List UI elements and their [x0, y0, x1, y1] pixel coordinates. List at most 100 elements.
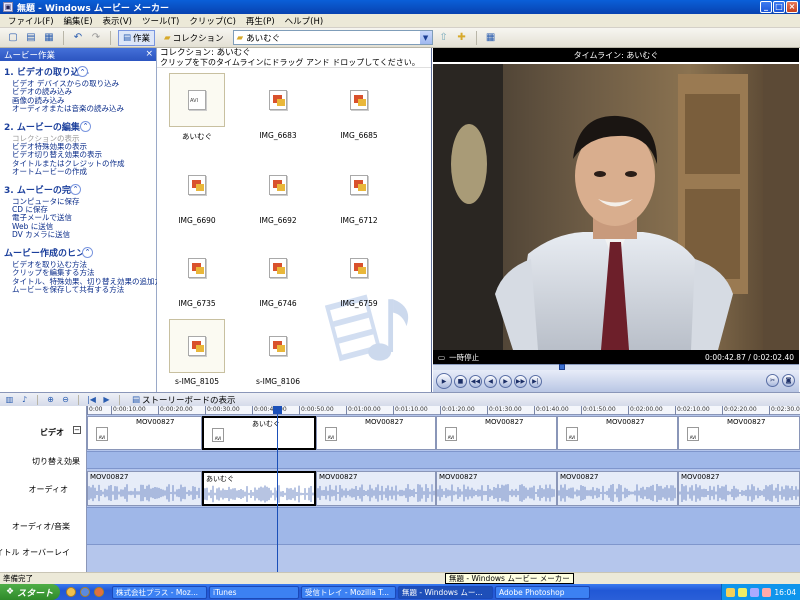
set-audio-levels-icon[interactable]: ▥: [4, 394, 15, 405]
zoom-in-icon[interactable]: ⊕: [45, 394, 56, 405]
timeline-video-clip[interactable]: AVI MOV00827: [436, 416, 557, 450]
tray-icon[interactable]: [762, 587, 772, 597]
browser-icon[interactable]: [66, 587, 76, 597]
tray-icon[interactable]: [750, 587, 760, 597]
stop-icon[interactable]: ■: [454, 374, 467, 388]
collection-clip[interactable]: IMG_6685: [330, 73, 388, 140]
menu-clip[interactable]: クリップ(C): [189, 15, 236, 27]
section-title[interactable]: 2. ムービーの編集 ⌃: [0, 120, 156, 133]
undo-icon[interactable]: ↶: [71, 31, 85, 45]
taskbar-task[interactable]: Adobe Photoshop: [495, 585, 590, 599]
split-clip-icon[interactable]: ✂: [766, 374, 779, 387]
menu-tools[interactable]: ツール(T): [142, 15, 179, 27]
next-frame-icon[interactable]: ▶▶: [514, 374, 527, 388]
monitor-title: タイムライン: あいむぐ: [433, 48, 799, 62]
timeline-video-clip[interactable]: AVI MOV00827: [678, 416, 800, 450]
timeline-video-clip[interactable]: AVI MOV00827: [316, 416, 436, 450]
expand-track-icon[interactable]: −: [73, 426, 81, 434]
up-folder-icon[interactable]: ⇧: [437, 31, 451, 45]
collection-clip[interactable]: IMG_6692: [249, 158, 307, 225]
close-icon[interactable]: ×: [145, 49, 153, 59]
view-options-icon[interactable]: ▦: [484, 31, 498, 45]
end-icon[interactable]: ▶|: [529, 374, 542, 388]
collection-clip[interactable]: IMG_6759: [330, 241, 388, 308]
task-link[interactable]: オートムービーの作成: [12, 167, 156, 176]
taskbar-task[interactable]: 受信トレイ - Mozilla T...: [301, 585, 396, 599]
rewind-timeline-icon[interactable]: |◀: [86, 394, 97, 405]
timeline-audio-clip[interactable]: MOV00827: [678, 471, 800, 506]
section-title[interactable]: 3. ムービーの完了 ⌃: [0, 183, 156, 196]
transition-track[interactable]: [87, 451, 800, 468]
collection-clip[interactable]: AVI あいむぐ: [168, 73, 226, 142]
zoom-out-icon[interactable]: ⊖: [60, 394, 71, 405]
video-preview[interactable]: [433, 64, 799, 395]
timeline-audio-clip[interactable]: MOV00827: [557, 471, 678, 506]
collapse-icon[interactable]: ⌃: [82, 246, 93, 258]
show-storyboard-button[interactable]: ▤ ストーリーボードの表示: [127, 394, 241, 406]
play-icon[interactable]: ▶: [436, 373, 452, 389]
menu-play[interactable]: 再生(P): [246, 15, 275, 27]
redo-icon[interactable]: ↷: [89, 31, 103, 45]
taskbar-task[interactable]: 無題 - Windows ムー...: [398, 585, 493, 599]
previous-frame-icon[interactable]: ◀◀: [469, 374, 482, 388]
tray-icon[interactable]: [726, 587, 736, 597]
playhead-handle[interactable]: [273, 406, 282, 414]
collection-clip[interactable]: s-IMG_8106: [249, 319, 307, 386]
collection-clip[interactable]: IMG_6735: [168, 241, 226, 308]
menu-view[interactable]: 表示(V): [103, 15, 132, 27]
task-link[interactable]: オーディオまたは音楽の読み込み: [12, 104, 156, 113]
taskbar-task[interactable]: iTunes: [209, 585, 299, 599]
toolbar-separator: [475, 30, 477, 45]
section-title[interactable]: 1. ビデオの取り込み ⌃: [0, 65, 156, 78]
collapse-icon[interactable]: ⌃: [77, 66, 88, 77]
timeline-ruler[interactable]: 0:00 0:00:10.00 0:00:20.00 0:00:30.00 0:…: [87, 406, 800, 415]
mail-icon[interactable]: [80, 587, 90, 597]
title-overlay-track[interactable]: [87, 544, 800, 572]
collection-clip[interactable]: s-IMG_8105: [168, 319, 226, 386]
taskbar-task[interactable]: 株式会社プラス - Moz...: [112, 585, 207, 599]
collection-clip[interactable]: IMG_6746: [249, 241, 307, 308]
tray-icon[interactable]: [738, 587, 748, 597]
timeline-video-clip[interactable]: AVI MOV00827: [557, 416, 678, 450]
video-track[interactable]: AVI MOV00827 AVI あいむぐ AVI MOV00827 AVI M…: [87, 415, 800, 451]
audio-music-track[interactable]: [87, 507, 800, 544]
play-timeline-icon[interactable]: ▶: [101, 394, 112, 405]
maximize-button[interactable]: □: [773, 1, 785, 13]
timeline-video-clip[interactable]: AVI MOV00827: [87, 416, 202, 450]
minimize-button[interactable]: _: [760, 1, 772, 13]
new-folder-icon[interactable]: ✚: [455, 31, 469, 45]
timeline-audio-clip[interactable]: あいむぐ: [202, 471, 316, 506]
timeline-video-clip[interactable]: AVI あいむぐ: [202, 416, 316, 450]
collapse-icon[interactable]: ⌃: [80, 120, 91, 132]
timeline-audio-clip[interactable]: MOV00827: [436, 471, 557, 506]
close-button[interactable]: ×: [786, 1, 798, 13]
task-link[interactable]: DV カメラに送信: [12, 230, 156, 239]
open-project-icon[interactable]: ▤: [24, 31, 38, 45]
task-link[interactable]: ムービーを保存して共有する方法: [12, 285, 156, 294]
menu-edit[interactable]: 編集(E): [64, 15, 93, 27]
collection-clip[interactable]: IMG_6690: [168, 158, 226, 225]
desktop-icon[interactable]: [94, 587, 104, 597]
collection-clip[interactable]: IMG_6683: [249, 73, 307, 140]
forward-icon[interactable]: ▶: [499, 374, 512, 388]
start-button[interactable]: ❖ スタート: [0, 584, 60, 600]
audio-track[interactable]: MOV00827 あいむぐ MOV00827 MOV00827 MOV00827…: [87, 468, 800, 507]
new-project-icon[interactable]: ▢: [6, 31, 20, 45]
narrate-icon[interactable]: ♪: [19, 394, 30, 405]
playhead-line[interactable]: [277, 406, 278, 572]
collapse-icon[interactable]: ⌃: [70, 183, 81, 195]
timeline-audio-clip[interactable]: MOV00827: [316, 471, 436, 506]
section-title[interactable]: ムービー作成のヒント ⌃: [0, 246, 156, 259]
save-project-icon[interactable]: ▦: [42, 31, 56, 45]
collection-select[interactable]: ▰ あいむぐ ▼: [232, 30, 433, 45]
tasks-button[interactable]: ▤ 作業: [118, 29, 156, 46]
timeline-audio-clip[interactable]: MOV00827: [87, 471, 202, 506]
collection-clip[interactable]: IMG_6712: [330, 158, 388, 225]
menu-file[interactable]: ファイル(F): [8, 15, 54, 27]
collections-button[interactable]: ▰ コレクション: [159, 30, 229, 46]
snapshot-icon[interactable]: ◙: [782, 374, 795, 387]
rewind-icon[interactable]: ◀: [484, 374, 497, 388]
menu-help[interactable]: ヘルプ(H): [285, 15, 324, 27]
clock[interactable]: 16:04: [774, 588, 796, 597]
chevron-down-icon[interactable]: ▼: [419, 31, 432, 44]
